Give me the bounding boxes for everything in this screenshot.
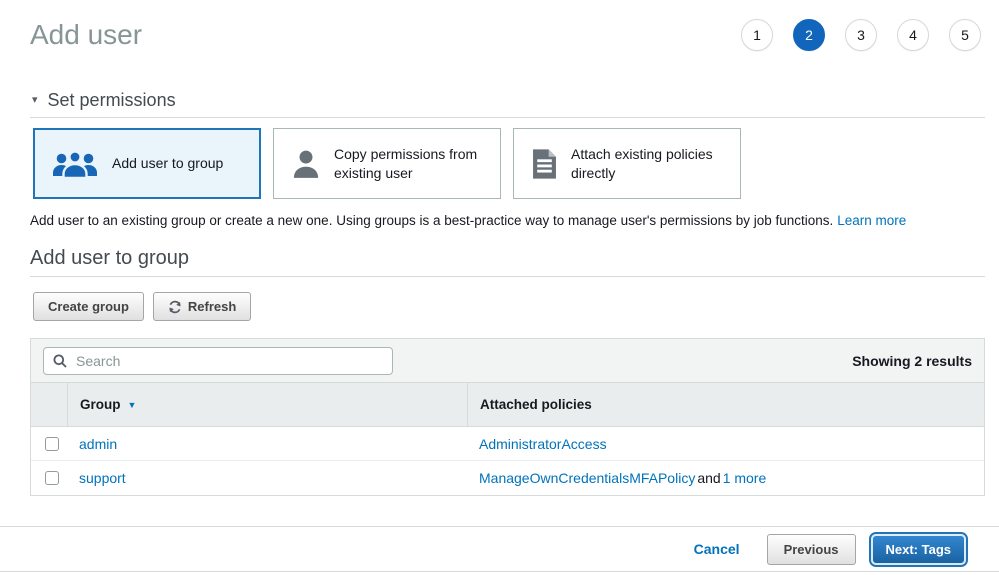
- page-title: Add user: [30, 18, 142, 52]
- option-label: Add user to group: [112, 154, 223, 173]
- wizard-step-4[interactable]: 4: [897, 19, 929, 51]
- policy-document-icon: [532, 149, 557, 179]
- header-group-column[interactable]: Group ▼: [67, 383, 467, 426]
- permission-options: Add user to group Copy permissions from …: [33, 128, 985, 199]
- search-input-wrap[interactable]: [43, 347, 393, 375]
- group-section-title: Add user to group: [30, 247, 985, 270]
- group-name-cell: support: [67, 470, 467, 486]
- table-toolbar: Showing 2 results: [31, 339, 984, 382]
- add-user-wizard-page: Add user 1 2 3 4 5 ▾ Set permissions: [0, 18, 999, 575]
- table-header-row: Group ▼ Attached policies: [31, 382, 984, 427]
- policy-link[interactable]: ManageOwnCredentialsMFAPolicy: [479, 470, 695, 486]
- group-name-cell: admin: [67, 436, 467, 452]
- policy-link[interactable]: AdministratorAccess: [479, 436, 607, 452]
- permissions-description: Add user to an existing group or create …: [30, 213, 985, 228]
- next-tags-button[interactable]: Next: Tags: [871, 534, 967, 565]
- row-checkbox-cell: [31, 471, 67, 485]
- user-group-icon: [52, 148, 98, 180]
- attached-policies-cell: ManageOwnCredentialsMFAPolicyand1 more: [467, 470, 984, 486]
- wizard-step-2-active[interactable]: 2: [793, 19, 825, 51]
- option-label: Copy permissions from existing user: [334, 145, 490, 183]
- collapse-caret-icon[interactable]: ▾: [32, 95, 38, 106]
- section-divider: [30, 276, 985, 277]
- cancel-button[interactable]: Cancel: [694, 541, 740, 557]
- table-row-admin: admin AdministratorAccess: [31, 427, 984, 461]
- wizard-step-1[interactable]: 1: [741, 19, 773, 51]
- table-row-support: support ManageOwnCredentialsMFAPolicyand…: [31, 461, 984, 495]
- results-count: Showing 2 results: [852, 353, 972, 369]
- refresh-button[interactable]: Refresh: [153, 292, 251, 321]
- set-permissions-title: Set permissions: [48, 90, 176, 111]
- more-policies-link[interactable]: 1 more: [723, 470, 767, 486]
- option-attach-policies[interactable]: Attach existing policies directly: [513, 128, 741, 199]
- page-header: Add user 1 2 3 4 5: [30, 18, 981, 52]
- group-link[interactable]: support: [79, 470, 126, 486]
- set-permissions-header[interactable]: ▾ Set permissions: [32, 90, 985, 111]
- header-checkbox-cell: [31, 383, 67, 426]
- row-checkbox[interactable]: [45, 437, 59, 451]
- group-link[interactable]: admin: [79, 436, 117, 452]
- option-add-user-to-group[interactable]: Add user to group: [33, 128, 261, 199]
- create-group-button[interactable]: Create group: [33, 292, 144, 321]
- row-checkbox-cell: [31, 437, 67, 451]
- wizard-footer: Cancel Previous Next: Tags: [0, 526, 999, 572]
- refresh-button-label: Refresh: [188, 299, 236, 314]
- wizard-step-5[interactable]: 5: [949, 19, 981, 51]
- attached-policies-cell: AdministratorAccess: [467, 436, 984, 452]
- sort-descending-icon[interactable]: ▼: [128, 400, 137, 410]
- and-text: and: [697, 470, 720, 486]
- group-actions: Create group Refresh: [33, 292, 985, 321]
- option-label: Attach existing policies directly: [571, 145, 730, 183]
- refresh-icon: [168, 300, 182, 314]
- group-column-label: Group: [80, 397, 121, 412]
- description-text: Add user to an existing group or create …: [30, 213, 833, 228]
- learn-more-link[interactable]: Learn more: [837, 213, 906, 228]
- search-icon: [53, 354, 67, 368]
- option-copy-permissions[interactable]: Copy permissions from existing user: [273, 128, 501, 199]
- wizard-step-indicator: 1 2 3 4 5: [741, 19, 981, 51]
- groups-table: Showing 2 results Group ▼ Attached polic…: [30, 338, 985, 496]
- policies-column-label: Attached policies: [480, 397, 592, 412]
- previous-button[interactable]: Previous: [767, 534, 856, 565]
- wizard-step-3[interactable]: 3: [845, 19, 877, 51]
- header-policies-column: Attached policies: [467, 383, 984, 426]
- search-input[interactable]: [74, 352, 383, 370]
- section-divider: [30, 117, 985, 118]
- row-checkbox[interactable]: [45, 471, 59, 485]
- user-icon: [292, 149, 320, 179]
